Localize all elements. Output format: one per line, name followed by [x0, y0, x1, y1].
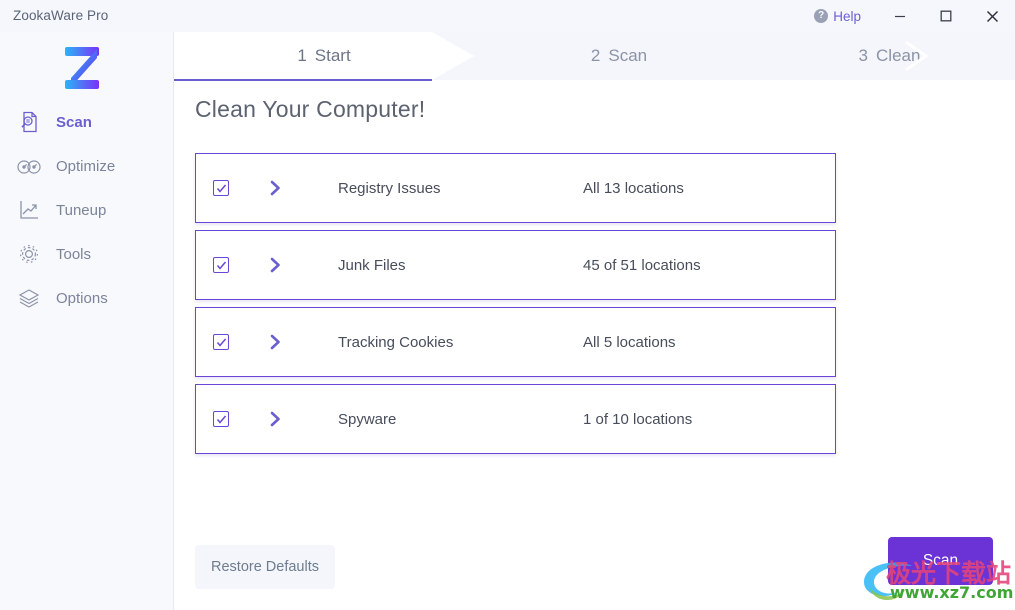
- scan-button[interactable]: Scan: [888, 537, 993, 585]
- scan-item-locations: 1 of 10 locations: [583, 411, 692, 428]
- chevron-right-icon[interactable]: [267, 179, 283, 197]
- help-label: Help: [833, 9, 861, 24]
- chevron-right-icon[interactable]: [267, 333, 283, 351]
- sidebar-item-tuneup[interactable]: Tuneup: [0, 188, 174, 232]
- tab-start[interactable]: 1 Start: [174, 32, 474, 80]
- app-title: ZookaWare Pro: [13, 8, 108, 23]
- step-label: Scan: [608, 46, 647, 66]
- step-number: 2: [591, 46, 600, 66]
- sidebar-item-tools[interactable]: Tools: [0, 232, 174, 276]
- minimize-icon[interactable]: [877, 0, 923, 32]
- sidebar: Scan Optimize: [0, 32, 174, 610]
- sidebar-item-label: Options: [56, 290, 108, 307]
- checked-checkbox-icon[interactable]: [213, 411, 229, 427]
- scan-item-locations: All 5 locations: [583, 334, 676, 351]
- zookaware-z-logo: [56, 40, 108, 96]
- question-circle-icon: ?: [814, 9, 828, 23]
- sidebar-item-scan[interactable]: Scan: [0, 100, 174, 144]
- step-separator-icon: [900, 40, 934, 72]
- gauges-icon: [14, 151, 44, 181]
- gear-icon: [14, 239, 44, 269]
- help-button[interactable]: ? Help: [814, 9, 861, 24]
- scan-item-name: Spyware: [338, 411, 583, 428]
- scan-items-list: Registry Issues All 13 locations Junk Fi…: [195, 153, 836, 461]
- document-search-icon: [14, 107, 44, 137]
- sidebar-item-label: Scan: [56, 114, 92, 131]
- close-icon[interactable]: [969, 0, 1015, 32]
- window-controls: ? Help: [814, 0, 1015, 32]
- sidebar-item-label: Optimize: [56, 158, 115, 175]
- sidebar-item-label: Tools: [56, 246, 91, 263]
- scan-item-locations: All 13 locations: [583, 180, 684, 197]
- title-bar: ZookaWare Pro ? Help: [0, 0, 1015, 32]
- sidebar-item-options[interactable]: Options: [0, 276, 174, 320]
- maximize-icon[interactable]: [923, 0, 969, 32]
- restore-defaults-button[interactable]: Restore Defaults: [195, 545, 335, 589]
- scan-item-name: Registry Issues: [338, 180, 583, 197]
- checked-checkbox-icon[interactable]: [213, 257, 229, 273]
- active-step-underline: [174, 79, 432, 81]
- table-row[interactable]: Junk Files 45 of 51 locations: [195, 230, 836, 300]
- scan-item-name: Junk Files: [338, 257, 583, 274]
- tab-scan[interactable]: 2 Scan: [474, 32, 764, 80]
- main-content: Clean Your Computer! Registry Issues All…: [174, 80, 1015, 610]
- chevron-right-icon[interactable]: [267, 410, 283, 428]
- page-title: Clean Your Computer!: [195, 96, 425, 123]
- sidebar-item-label: Tuneup: [56, 202, 106, 219]
- layers-icon: [14, 283, 44, 313]
- scan-item-name: Tracking Cookies: [338, 334, 583, 351]
- step-number: 1: [297, 46, 306, 66]
- scan-item-locations: 45 of 51 locations: [583, 257, 701, 274]
- table-row[interactable]: Tracking Cookies All 5 locations: [195, 307, 836, 377]
- sidebar-item-optimize[interactable]: Optimize: [0, 144, 174, 188]
- checked-checkbox-icon[interactable]: [213, 334, 229, 350]
- app-window: ZookaWare Pro ? Help: [0, 0, 1015, 610]
- step-bar: 1 Start 2 Scan 3 Clean: [174, 32, 1015, 80]
- checked-checkbox-icon[interactable]: [213, 180, 229, 196]
- step-label: Start: [315, 46, 351, 66]
- tab-clean[interactable]: 3 Clean: [764, 32, 1015, 80]
- sidebar-nav: Scan Optimize: [0, 100, 174, 320]
- table-row[interactable]: Spyware 1 of 10 locations: [195, 384, 836, 454]
- table-row[interactable]: Registry Issues All 13 locations: [195, 153, 836, 223]
- step-number: 3: [859, 46, 868, 66]
- chevron-right-icon[interactable]: [267, 256, 283, 274]
- line-chart-icon: [14, 195, 44, 225]
